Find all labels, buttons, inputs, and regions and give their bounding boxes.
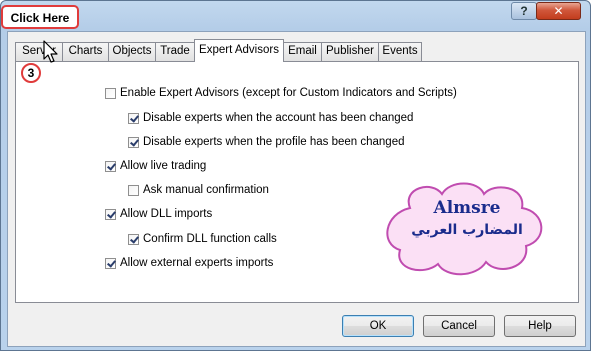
tab-email[interactable]: Email: [283, 42, 322, 61]
close-button[interactable]: ✕: [536, 2, 581, 20]
help-title-button[interactable]: ?: [511, 2, 537, 20]
options-dialog: ? ✕ Server Charts Objects Trade Expert A…: [0, 0, 591, 351]
option-label: Allow external experts imports: [120, 257, 274, 269]
cancel-button[interactable]: Cancel: [423, 315, 495, 337]
watermark-arabic: المضارب العربي: [411, 222, 523, 238]
option-label: Confirm DLL function calls: [143, 233, 277, 245]
option-label: Ask manual confirmation: [143, 184, 269, 196]
step-number-badge: 3: [21, 63, 41, 83]
option-allow-external-imports[interactable]: Allow external experts imports: [105, 256, 273, 270]
checkbox-disable-on-profile-change[interactable]: [128, 136, 139, 148]
tab-publisher[interactable]: Publisher: [321, 42, 379, 61]
watermark-brand: Almsre: [433, 198, 501, 218]
option-enable-expert-advisors[interactable]: Enable Expert Advisors (except for Custo…: [105, 86, 457, 100]
checkbox-allow-live-trading[interactable]: [105, 160, 116, 172]
checkbox-allow-external-imports[interactable]: [105, 257, 116, 269]
option-label: Allow DLL imports: [120, 208, 213, 220]
option-allow-dll-imports[interactable]: Allow DLL imports: [105, 207, 212, 221]
tab-trade[interactable]: Trade: [155, 42, 195, 61]
option-disable-on-account-change[interactable]: Disable experts when the account has bee…: [128, 111, 413, 125]
tab-charts[interactable]: Charts: [62, 42, 109, 61]
option-disable-on-profile-change[interactable]: Disable experts when the profile has bee…: [128, 135, 404, 149]
checkbox-enable-expert-advisors[interactable]: [105, 87, 116, 99]
close-icon: ✕: [553, 4, 564, 18]
option-ask-manual-confirmation[interactable]: Ask manual confirmation: [128, 183, 269, 197]
ok-button[interactable]: OK: [342, 315, 414, 337]
title-bar: ? ✕: [1, 1, 590, 27]
mouse-pointer-icon: [43, 40, 58, 63]
click-here-callout: Click Here: [1, 5, 79, 29]
option-allow-live-trading[interactable]: Allow live trading: [105, 159, 206, 173]
tab-objects[interactable]: Objects: [108, 42, 156, 61]
option-label: Allow live trading: [120, 160, 207, 172]
option-label: Enable Expert Advisors (except for Custo…: [120, 87, 457, 99]
checkbox-disable-on-account-change[interactable]: [128, 112, 139, 124]
checkbox-allow-dll-imports[interactable]: [105, 208, 116, 220]
tab-expert-advisors[interactable]: Expert Advisors: [194, 39, 284, 62]
checkbox-confirm-dll-calls[interactable]: [128, 233, 139, 245]
option-label: Disable experts when the account has bee…: [143, 112, 414, 124]
option-label: Disable experts when the profile has bee…: [143, 136, 405, 148]
tab-events[interactable]: Events: [378, 42, 422, 61]
option-confirm-dll-calls[interactable]: Confirm DLL function calls: [128, 232, 277, 246]
checkbox-ask-manual-confirmation[interactable]: [128, 184, 139, 196]
help-button[interactable]: Help: [504, 315, 576, 337]
